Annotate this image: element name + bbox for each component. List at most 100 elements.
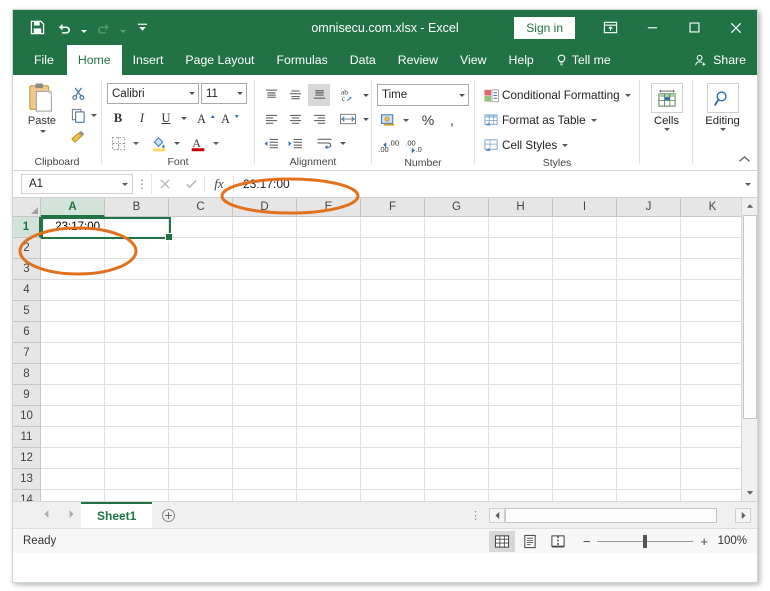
cell-C13[interactable] [169,469,233,490]
cell-K7[interactable] [681,343,745,364]
cell-E2[interactable] [297,238,361,259]
decrease-font-size-button[interactable]: A [219,107,241,129]
cell-I2[interactable] [553,238,617,259]
cell-A5[interactable] [41,301,105,322]
paste-dropdown-icon[interactable] [39,130,46,133]
cell-C2[interactable] [169,238,233,259]
wrap-text-button[interactable] [314,132,336,154]
cell-C6[interactable] [169,322,233,343]
column-header-D[interactable]: D [233,198,297,217]
format-as-table-button[interactable]: Format as Table [480,109,631,132]
center-button[interactable] [284,108,306,130]
cell-B1[interactable] [105,217,169,238]
cell-B5[interactable] [105,301,169,322]
cell-G1[interactable] [425,217,489,238]
row-header-9[interactable]: 9 [13,385,41,406]
cell-E9[interactable] [297,385,361,406]
scroll-up-icon[interactable] [742,198,757,214]
page-layout-view-icon[interactable] [517,531,543,552]
select-all-button[interactable] [13,198,41,217]
cell-G7[interactable] [425,343,489,364]
cell-D14[interactable] [233,490,297,501]
cell-A7[interactable] [41,343,105,364]
cell-D7[interactable] [233,343,297,364]
cell-A8[interactable] [41,364,105,385]
row-header-3[interactable]: 3 [13,259,41,280]
customize-quick-access-toolbar-icon[interactable] [130,17,154,39]
cell-F6[interactable] [361,322,425,343]
increase-indent-button[interactable] [284,132,306,154]
number-format-combo[interactable]: Time [377,84,469,106]
cancel-icon[interactable] [152,178,178,190]
font-color-dropdown-icon[interactable] [211,132,220,154]
cell-K14[interactable] [681,490,745,501]
cell-K10[interactable] [681,406,745,427]
column-header-B[interactable]: B [105,198,169,217]
cell-D10[interactable] [233,406,297,427]
cell-B2[interactable] [105,238,169,259]
cell-F8[interactable] [361,364,425,385]
cell-B11[interactable] [105,427,169,448]
cell-H4[interactable] [489,280,553,301]
cell-K12[interactable] [681,448,745,469]
column-header-G[interactable]: G [425,198,489,217]
cell-C4[interactable] [169,280,233,301]
vertical-scrollbar[interactable] [741,198,757,501]
column-header-E[interactable]: E [297,198,361,217]
borders-button[interactable] [107,132,129,154]
cell-C12[interactable] [169,448,233,469]
cell-F3[interactable] [361,259,425,280]
row-header-6[interactable]: 6 [13,322,41,343]
italic-button[interactable]: I [131,107,153,129]
cell-E8[interactable] [297,364,361,385]
cell-J12[interactable] [617,448,681,469]
cell-B9[interactable] [105,385,169,406]
cell-D13[interactable] [233,469,297,490]
scroll-down-icon[interactable] [742,485,757,501]
cell-I4[interactable] [553,280,617,301]
cell-A2[interactable] [41,238,105,259]
cell-B10[interactable] [105,406,169,427]
cell-C3[interactable] [169,259,233,280]
row-header-11[interactable]: 11 [13,427,41,448]
cell-F13[interactable] [361,469,425,490]
cell-G2[interactable] [425,238,489,259]
tell-me-button[interactable]: Tell me [545,45,622,75]
cell-C1[interactable] [169,217,233,238]
cell-J1[interactable] [617,217,681,238]
cell-E3[interactable] [297,259,361,280]
underline-dropdown-icon[interactable] [179,107,188,129]
minimize-icon[interactable] [631,10,673,45]
cell-E1[interactable] [297,217,361,238]
row-header-12[interactable]: 12 [13,448,41,469]
cell-G4[interactable] [425,280,489,301]
cell-I1[interactable] [553,217,617,238]
cell-G11[interactable] [425,427,489,448]
cell-I8[interactable] [553,364,617,385]
cell-D3[interactable] [233,259,297,280]
bold-button[interactable]: B [107,107,129,129]
column-header-C[interactable]: C [169,198,233,217]
tab-insert[interactable]: Insert [122,45,175,75]
previous-sheet-icon[interactable] [43,509,50,521]
cell-H9[interactable] [489,385,553,406]
decrease-decimal-button[interactable]: .00.0 [404,135,429,157]
cell-H13[interactable] [489,469,553,490]
cell-K13[interactable] [681,469,745,490]
cell-H11[interactable] [489,427,553,448]
editing-dropdown-icon[interactable] [720,128,726,131]
cell-J6[interactable] [617,322,681,343]
sign-in-button[interactable]: Sign in [514,16,575,39]
cell-B3[interactable] [105,259,169,280]
fill-color-dropdown-icon[interactable] [172,132,181,154]
row-header-13[interactable]: 13 [13,469,41,490]
column-header-J[interactable]: J [617,198,681,217]
cell-C5[interactable] [169,301,233,322]
scroll-left-icon[interactable] [489,507,505,523]
cell-A6[interactable] [41,322,105,343]
cell-K1[interactable] [681,217,745,238]
cell-C10[interactable] [169,406,233,427]
cell-K2[interactable] [681,238,745,259]
increase-decimal-button[interactable]: .00.00 [377,135,402,157]
chevron-down-icon[interactable] [184,92,198,95]
